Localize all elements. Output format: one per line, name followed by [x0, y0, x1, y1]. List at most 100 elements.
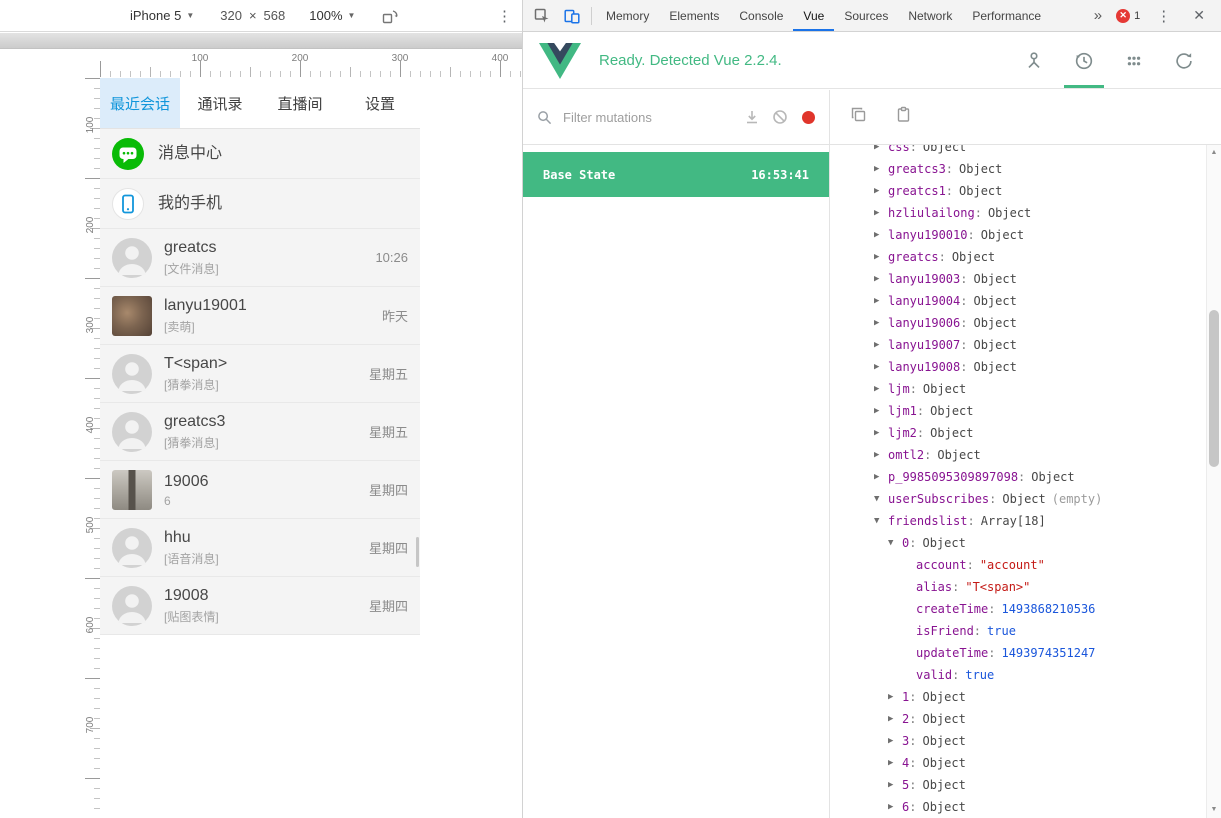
conversation-row[interactable]: T<span> [猜拳消息] 星期五 — [100, 345, 420, 403]
filter-mutations-input[interactable] — [561, 108, 732, 126]
tree-row[interactable]: ▶ ljm2: Object — [830, 422, 1206, 444]
error-badge[interactable]: ✕ 1 — [1116, 8, 1140, 23]
tree-row[interactable]: createTime:1493868210536 — [830, 598, 1206, 620]
expand-arrow-icon[interactable]: ▶ — [874, 202, 888, 224]
app-tab[interactable]: 设置 — [340, 78, 420, 128]
import-state-button[interactable] — [895, 106, 912, 128]
scrollbar-thumb[interactable] — [1209, 310, 1219, 467]
app-scrollbar-thumb[interactable] — [416, 537, 419, 567]
expand-arrow-icon[interactable]: ▶ — [874, 312, 888, 334]
expand-arrow-icon[interactable]: ▶ — [888, 796, 902, 818]
devtools-tab-network[interactable]: Network — [898, 0, 962, 31]
device-toolbar-menu-icon[interactable]: ⋮ — [487, 7, 522, 25]
media-query-bar[interactable] — [0, 33, 522, 49]
tree-row[interactable]: ▶ 3: Object — [830, 730, 1206, 752]
tab-components[interactable] — [1009, 33, 1059, 88]
conversation-row[interactable]: greatcs3 [猜拳消息] 星期五 — [100, 403, 420, 461]
expand-arrow-icon[interactable]: ▼ — [888, 532, 902, 554]
record-icon[interactable] — [802, 110, 815, 124]
tab-events[interactable] — [1109, 33, 1159, 88]
tree-row[interactable]: ▼ friendslist: Array[18] — [830, 510, 1206, 532]
expand-arrow-icon[interactable]: ▶ — [888, 686, 902, 708]
device-width[interactable]: 320 — [220, 8, 242, 23]
expand-arrow-icon[interactable]: ▶ — [888, 730, 902, 752]
devtools-tab-elements[interactable]: Elements — [659, 0, 729, 31]
app-tab[interactable]: 最近会话 — [100, 78, 180, 128]
tree-row[interactable]: ▼ userSubscribes: Object (empty) — [830, 488, 1206, 510]
tree-row[interactable]: ▶ 1: Object — [830, 686, 1206, 708]
device-height[interactable]: 568 — [264, 8, 286, 23]
device-toolbar-toggle-button[interactable] — [557, 0, 587, 31]
tree-row[interactable]: account: "account" — [830, 554, 1206, 576]
clear-log-button[interactable] — [772, 109, 788, 125]
close-icon[interactable]: ✕ — [1181, 7, 1217, 24]
expand-arrow-icon[interactable]: ▶ — [874, 422, 888, 444]
tree-row[interactable]: ▶ lanyu19006: Object — [830, 312, 1206, 334]
tree-row[interactable]: ▶ hzliulailong: Object — [830, 202, 1206, 224]
tree-row[interactable]: ▶ greatcs1: Object — [830, 180, 1206, 202]
expand-arrow-icon[interactable]: ▶ — [874, 378, 888, 400]
tree-row[interactable]: ▶ ljm1: Object — [830, 400, 1206, 422]
scroll-up-icon[interactable]: ▲ — [1207, 145, 1221, 159]
tree-row[interactable]: valid: true — [830, 664, 1206, 686]
tree-row[interactable]: ▶ greatcs3: Object — [830, 158, 1206, 180]
conversation-row[interactable]: 19006 6 星期四 — [100, 461, 420, 519]
tree-row[interactable]: ▶ 4: Object — [830, 752, 1206, 774]
tree-row[interactable]: ▶ omtl2: Object — [830, 444, 1206, 466]
tree-row[interactable]: ▶ lanyu19004: Object — [830, 290, 1206, 312]
conversation-row[interactable]: hhu [语音消息] 星期四 — [100, 519, 420, 577]
app-tab[interactable]: 通讯录 — [180, 78, 260, 128]
tree-row[interactable]: isFriend: true — [830, 620, 1206, 642]
conversation-row[interactable]: 19008 [贴图表情] 星期四 — [100, 577, 420, 635]
tree-row[interactable]: ▶ lanyu19003: Object — [830, 268, 1206, 290]
tree-row[interactable]: updateTime:1493974351247 — [830, 642, 1206, 664]
expand-arrow-icon[interactable]: ▶ — [888, 752, 902, 774]
expand-arrow-icon[interactable]: ▶ — [874, 290, 888, 312]
expand-arrow-icon[interactable]: ▼ — [874, 488, 888, 510]
expand-arrow-icon[interactable]: ▶ — [874, 268, 888, 290]
tree-row[interactable]: ▶ p_9985095309897098: Object — [830, 466, 1206, 488]
zoom-select[interactable]: 100% ▼ — [309, 8, 355, 23]
conversation-row[interactable]: greatcs [文件消息] 10:26 — [100, 229, 420, 287]
tree-row[interactable]: ▶ lanyu19008: Object — [830, 356, 1206, 378]
tree-row[interactable]: ▼ 0: Object — [830, 532, 1206, 554]
devtools-tab-console[interactable]: Console — [729, 0, 793, 31]
export-button[interactable] — [744, 109, 760, 125]
expand-arrow-icon[interactable]: ▶ — [874, 400, 888, 422]
expand-arrow-icon[interactable]: ▶ — [874, 180, 888, 202]
devtools-tab-memory[interactable]: Memory — [596, 0, 659, 31]
devtools-tab-sources[interactable]: Sources — [834, 0, 898, 31]
tree-row[interactable]: ▶ ljm: Object — [830, 378, 1206, 400]
base-state-entry[interactable]: Base State 16:53:41 — [523, 152, 829, 197]
expand-arrow-icon[interactable]: ▶ — [888, 708, 902, 730]
tree-row[interactable]: ▶ lanyu19007: Object — [830, 334, 1206, 356]
expand-arrow-icon[interactable]: ▶ — [888, 774, 902, 796]
expand-arrow-icon[interactable]: ▶ — [874, 334, 888, 356]
expand-arrow-icon[interactable]: ▶ — [874, 224, 888, 246]
expand-arrow-icon[interactable]: ▶ — [874, 158, 888, 180]
devtools-tab-vue[interactable]: Vue — [793, 0, 835, 31]
list-item[interactable]: 我的手机 — [100, 179, 420, 229]
tree-row[interactable]: ▶ 5: Object — [830, 774, 1206, 796]
tree-row[interactable]: ▶ lanyu190010: Object — [830, 224, 1206, 246]
state-scrollbar[interactable]: ▲ ▼ — [1206, 145, 1221, 818]
inspect-element-button[interactable] — [527, 0, 557, 31]
list-item[interactable]: 消息中心 — [100, 129, 420, 179]
expand-arrow-icon[interactable]: ▶ — [874, 466, 888, 488]
conversation-row[interactable]: lanyu19001 [卖萌] 昨天 — [100, 287, 420, 345]
copy-state-button[interactable] — [850, 106, 867, 128]
expand-arrow-icon[interactable]: ▶ — [874, 356, 888, 378]
expand-arrow-icon[interactable]: ▶ — [874, 444, 888, 466]
expand-arrow-icon[interactable]: ▼ — [874, 510, 888, 532]
devtools-menu-icon[interactable]: ⋮ — [1146, 7, 1181, 25]
tree-row[interactable]: ▶ css: Object — [830, 145, 1206, 158]
tree-row[interactable]: ▶ 6: Object — [830, 796, 1206, 818]
tree-row[interactable]: ▶ 2: Object — [830, 708, 1206, 730]
expand-arrow-icon[interactable]: ▶ — [874, 145, 888, 158]
devtools-tab-performance[interactable]: Performance — [962, 0, 1051, 31]
more-tabs-button[interactable]: » — [1086, 7, 1110, 24]
tree-row[interactable]: ▶ greatcs: Object — [830, 246, 1206, 268]
tab-refresh[interactable] — [1159, 33, 1209, 88]
tree-row[interactable]: alias: "T<span>" — [830, 576, 1206, 598]
tab-vuex-history[interactable] — [1059, 33, 1109, 88]
